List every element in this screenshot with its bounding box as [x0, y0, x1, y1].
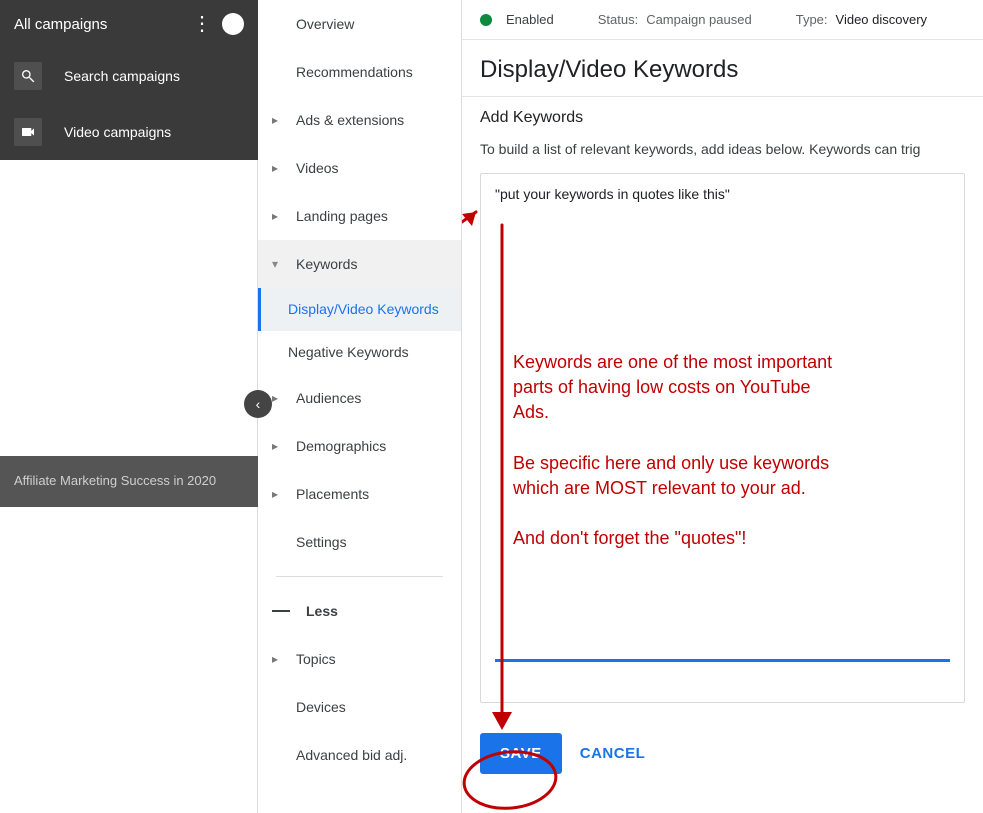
nav-sub-negative-keywords[interactable]: Negative Keywords: [258, 331, 461, 374]
nav-label: Demographics: [296, 438, 386, 454]
campaign-sidebar: All campaigns ⋮ Search campaigns Video c…: [0, 0, 258, 813]
chevron-right-icon: ▸: [272, 391, 278, 405]
chevron-right-icon: ▸: [272, 113, 278, 127]
nav-recommendations[interactable]: Recommendations: [258, 48, 461, 96]
nav-landing-pages[interactable]: ▸ Landing pages: [258, 192, 461, 240]
save-button[interactable]: SAVE: [480, 733, 562, 774]
nav-label: Advanced bid adj.: [296, 747, 407, 763]
status-label: Status:: [598, 12, 638, 27]
chevron-right-icon: ▸: [272, 487, 278, 501]
page-nav: ‹ Overview Recommendations ▸ Ads & exten…: [258, 0, 462, 813]
nav-audiences[interactable]: ▸ Audiences: [258, 374, 461, 422]
nav-label: Placements: [296, 486, 369, 502]
add-keywords-description: To build a list of relevant keywords, ad…: [462, 131, 983, 169]
nav-label: Recommendations: [296, 64, 413, 80]
nav-topics[interactable]: ▸ Topics: [258, 635, 461, 683]
video-icon: [14, 118, 42, 146]
status-enabled-label[interactable]: Enabled: [506, 12, 554, 27]
nav-devices[interactable]: Devices: [258, 683, 461, 731]
chevron-right-icon: ▸: [272, 439, 278, 453]
nav-label: Topics: [296, 651, 336, 667]
status-enabled-icon: [480, 14, 492, 26]
cancel-button[interactable]: CANCEL: [580, 745, 646, 762]
nav-advanced-bid-adj[interactable]: Advanced bid adj.: [258, 731, 461, 779]
nav-label: Ads & extensions: [296, 112, 404, 128]
campaign-card-label: Affiliate Marketing Success in 2020: [14, 473, 216, 488]
chevron-right-icon: ▸: [272, 209, 278, 223]
nav-label: Landing pages: [296, 208, 388, 224]
nav-ads-extensions[interactable]: ▸ Ads & extensions: [258, 96, 461, 144]
nav-demographics[interactable]: ▸ Demographics: [258, 422, 461, 470]
collapse-icon: [272, 610, 290, 612]
page-title: Display/Video Keywords: [462, 40, 983, 97]
nav-videos[interactable]: ▸ Videos: [258, 144, 461, 192]
search-icon: [14, 62, 42, 90]
add-keywords-heading: Add Keywords: [462, 97, 983, 131]
sidebar-item-search-campaigns[interactable]: Search campaigns: [0, 48, 258, 104]
sidebar-item-label: Video campaigns: [64, 124, 171, 140]
account-avatar-icon[interactable]: [222, 13, 244, 35]
type-label: Type:: [796, 12, 828, 27]
nav-less-toggle[interactable]: Less: [258, 587, 461, 635]
all-campaigns-label: All campaigns: [14, 16, 190, 33]
nav-sub-label: Display/Video Keywords: [288, 301, 439, 317]
type-value: Video discovery: [836, 12, 928, 27]
nav-label: Settings: [296, 534, 347, 550]
status-bar: Enabled Status: Campaign paused Type: Vi…: [462, 0, 983, 40]
nav-label: Audiences: [296, 390, 361, 406]
nav-label: Devices: [296, 699, 346, 715]
nav-label: Videos: [296, 160, 339, 176]
campaign-card[interactable]: Affiliate Marketing Success in 2020: [0, 456, 258, 507]
status-value: Campaign paused: [646, 12, 752, 27]
sidebar-item-video-campaigns[interactable]: Video campaigns: [0, 104, 258, 160]
keywords-textarea-wrapper: Keywords are one of the most important p…: [480, 173, 965, 703]
nav-label: Keywords: [296, 256, 357, 272]
chevron-right-icon: ▸: [272, 652, 278, 666]
keywords-input[interactable]: [495, 186, 950, 202]
nav-keywords[interactable]: ▾ Keywords: [258, 240, 461, 288]
sidebar-item-label: Search campaigns: [64, 68, 180, 84]
main-area: Enabled Status: Campaign paused Type: Vi…: [462, 0, 983, 813]
nav-overview[interactable]: Overview: [258, 0, 461, 48]
nav-less-label: Less: [306, 603, 338, 619]
chevron-down-icon: ▾: [272, 257, 278, 271]
more-menu-icon[interactable]: ⋮: [190, 14, 214, 34]
input-focus-underline: [495, 659, 950, 662]
nav-placements[interactable]: ▸ Placements: [258, 470, 461, 518]
nav-settings[interactable]: Settings: [258, 518, 461, 566]
annotation-text: Keywords are one of the most important p…: [513, 350, 833, 552]
chevron-right-icon: ▸: [272, 161, 278, 175]
nav-sub-display-video-keywords[interactable]: Display/Video Keywords: [258, 288, 461, 331]
all-campaigns-header[interactable]: All campaigns ⋮: [0, 0, 258, 48]
nav-label: Overview: [296, 16, 354, 32]
nav-sub-label: Negative Keywords: [288, 344, 409, 360]
